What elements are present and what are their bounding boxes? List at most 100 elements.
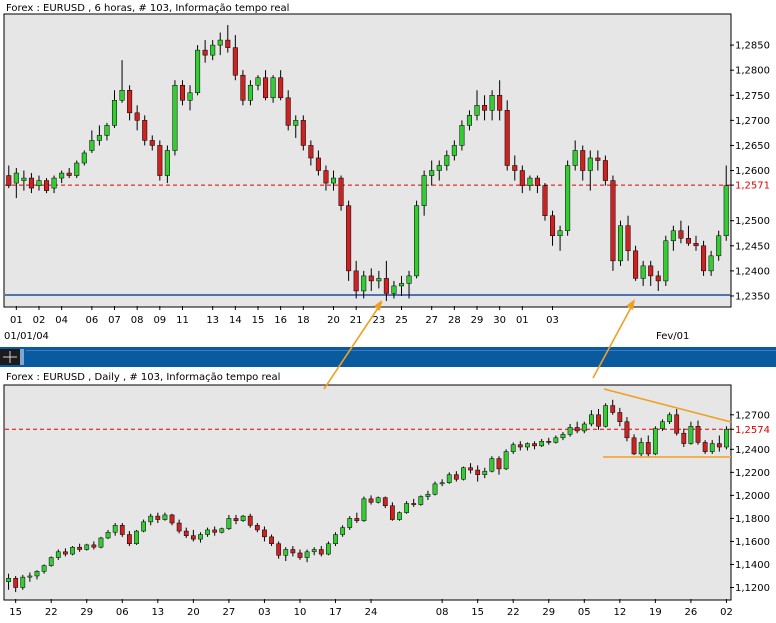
candle-body xyxy=(233,518,239,521)
candle-body xyxy=(617,412,623,422)
candle-body xyxy=(81,152,87,164)
candle-body xyxy=(459,125,465,146)
current-price-label: 1,2574 xyxy=(735,425,770,436)
candle-body xyxy=(461,467,466,480)
candle-body xyxy=(660,421,665,429)
candle-body xyxy=(311,549,317,553)
x-tick-label: 16 xyxy=(274,315,287,326)
x-tick-label: 12 xyxy=(613,607,626,618)
panel-separator[interactable] xyxy=(0,347,776,367)
candle-body xyxy=(157,145,163,176)
y-tick-label: 1,2500 xyxy=(735,216,770,227)
candle-body xyxy=(368,275,374,282)
bottom-y-axis: 1,2700 1,2574 1,2400 1,2200 1,2000 1,1800 1,16… xyxy=(730,410,770,594)
candle-body xyxy=(195,49,201,94)
candle-body xyxy=(232,47,238,76)
candle-body xyxy=(565,165,571,231)
candle-body xyxy=(96,135,102,141)
candle-body xyxy=(278,77,284,99)
candle-body xyxy=(89,140,95,151)
x-tick-label: 09 xyxy=(153,315,166,326)
candle-body xyxy=(44,180,50,191)
y-tick-label: 1,2600 xyxy=(735,166,770,177)
candle-body xyxy=(141,521,146,532)
candle-body xyxy=(532,443,537,447)
candle-body xyxy=(640,265,646,279)
candle-body xyxy=(21,177,27,181)
candle-body xyxy=(624,421,630,439)
candle-body xyxy=(418,496,424,505)
x-tick-label: 13 xyxy=(151,607,164,618)
x-tick-label: 20 xyxy=(187,607,200,618)
candle-body xyxy=(179,84,185,101)
candle-body xyxy=(347,518,353,528)
candle-body xyxy=(587,157,593,171)
candle-body xyxy=(104,125,110,136)
candle-body xyxy=(205,529,210,535)
candle-body xyxy=(580,150,586,171)
candle-body xyxy=(36,180,42,186)
x-tick-label: 05 xyxy=(578,607,591,618)
x-tick-label: 20 xyxy=(327,315,340,326)
candle-body xyxy=(13,578,19,588)
candle-body xyxy=(674,414,680,434)
candle-body xyxy=(504,110,510,166)
x-tick-label: 23 xyxy=(372,315,385,326)
candle-body xyxy=(468,467,473,471)
top-x-axis: 01 02 04 06 07 08 09 11 13 14 15 16 18 20 21 23 25 27 28 29… xyxy=(10,306,559,326)
candle-body xyxy=(444,155,450,166)
candle-body xyxy=(670,230,676,242)
candle-body xyxy=(702,442,708,452)
x-tick-label: 22 xyxy=(507,607,520,618)
candle-body xyxy=(297,552,303,558)
candle-body xyxy=(425,493,431,497)
bottom-x-axis: 15 22 29 06 13 20 27 03 10 17 24 08 15 22 29 05 12 19 26 02 xyxy=(9,599,733,618)
y-tick-label: 1,2700 xyxy=(735,116,770,127)
candle-body xyxy=(276,543,282,556)
candle-body xyxy=(169,514,175,524)
x-tick-label: 28 xyxy=(448,315,461,326)
candle-body xyxy=(270,77,276,99)
candle-body xyxy=(91,544,97,548)
candle-body xyxy=(346,205,352,272)
candle-body xyxy=(333,534,338,544)
candle-body xyxy=(432,483,438,495)
candle-body xyxy=(581,423,587,432)
y-tick-label: 1,1200 xyxy=(735,583,770,594)
y-tick-label: 1,2400 xyxy=(735,445,770,456)
candle-body xyxy=(308,145,314,159)
candle-body xyxy=(595,157,601,161)
x-tick-label: 15 xyxy=(9,607,22,618)
top-chart-panel: Forex : EURUSD , 6 horas, # 103, Informa… xyxy=(3,3,770,342)
candle-body xyxy=(631,437,637,455)
x-tick-label: 11 xyxy=(176,315,189,326)
candle-body xyxy=(645,442,651,455)
candle-body xyxy=(340,527,346,535)
top-chart-title: Forex : EURUSD , 6 horas, # 103, Informa… xyxy=(6,3,289,14)
x-tick-label: 27 xyxy=(223,607,236,618)
candle-body xyxy=(404,503,409,513)
candle-body xyxy=(546,441,552,443)
candle-body xyxy=(695,426,701,443)
candle-body xyxy=(111,100,118,126)
candle-body xyxy=(198,534,203,540)
candle-body xyxy=(155,515,161,520)
x-tick-label: 03 xyxy=(258,607,271,618)
candle-body xyxy=(318,549,324,555)
candle-body xyxy=(187,92,193,101)
x-tick-label: 18 xyxy=(297,315,310,326)
candle-body xyxy=(20,576,26,588)
candle-body xyxy=(119,90,125,101)
candle-body xyxy=(148,515,154,523)
x-tick-label: 29 xyxy=(471,315,484,326)
candle-body xyxy=(709,443,715,452)
candle-body xyxy=(293,120,299,126)
candle-body xyxy=(489,95,495,111)
candle-body xyxy=(127,534,132,544)
candle-body xyxy=(398,283,404,287)
candle-body xyxy=(48,557,54,566)
x-tick-label: 03 xyxy=(546,315,559,326)
x-tick-label: 25 xyxy=(395,315,408,326)
candle-body xyxy=(667,414,672,422)
candle-body xyxy=(681,432,687,444)
